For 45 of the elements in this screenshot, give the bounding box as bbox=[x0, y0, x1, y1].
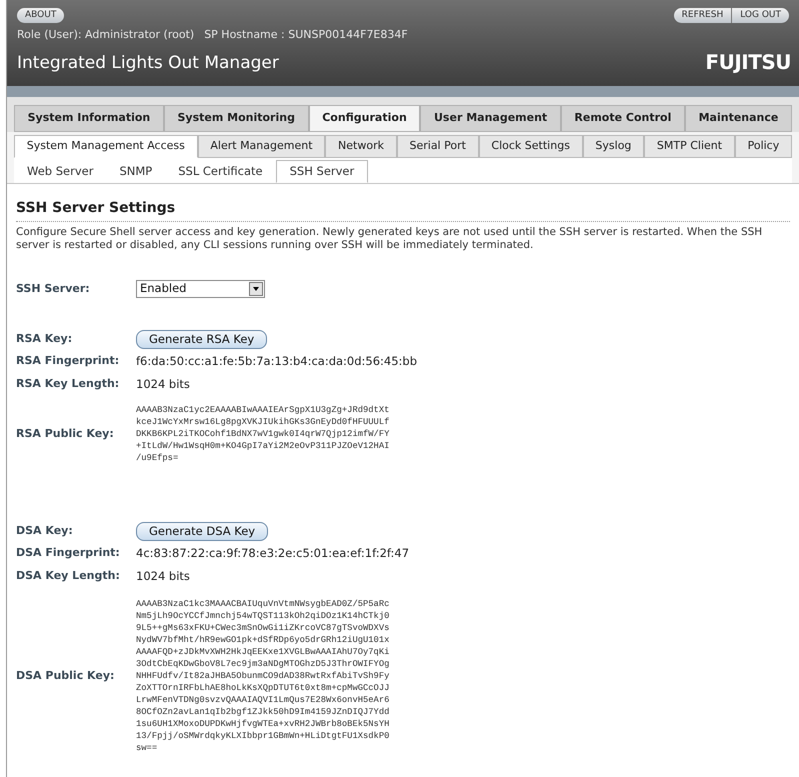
sub-tab[interactable]: Alert Management bbox=[198, 135, 326, 158]
main-tab[interactable]: Maintenance bbox=[684, 105, 792, 132]
sub-tab[interactable]: System Management Access bbox=[14, 135, 198, 158]
field-label: DSA Fingerprint: bbox=[16, 545, 121, 562]
header-action-button[interactable]: REFRESH bbox=[674, 8, 732, 23]
sub-tab[interactable]: Clock Settings bbox=[478, 135, 583, 158]
sub-tab[interactable]: Syslog bbox=[582, 135, 644, 158]
field-label: RSA Public Key: bbox=[16, 426, 115, 442]
main-tab[interactable]: System Information bbox=[14, 105, 164, 132]
generate-key-button[interactable]: Generate RSA Key bbox=[136, 330, 268, 348]
main-tab[interactable]: System Monitoring bbox=[164, 105, 309, 132]
sub-tab[interactable]: Policy bbox=[734, 135, 792, 158]
hostname-text: SP Hostname : SUNSP00144F7E834F bbox=[204, 27, 408, 43]
app-title: Integrated Lights Out Manager bbox=[17, 52, 279, 75]
ssh-server-select[interactable]: Enabled bbox=[136, 280, 265, 298]
fingerprint-value: 4c:83:87:22:ca:9f:78:e3:2e:c5:01:ea:ef:1f:2f:47 bbox=[136, 544, 410, 562]
public-key-text: AAAAB3NzaC1kc3MAAACBAIUquVnVtmNWsygbEAD0Z/5P5aRc Nm5jLh9OcYCCfJmnchj54wTQST113kOh2qiDOz1K14hCTkj0 9L5++gMs63xFKU+CWec3mSnOwGi1iZKrcoVC87gTSvoWDXVs NydWV7bfMht/hR9ewGO1pk+dSfRDp6yo5drGRh12iUgU101x AAAAFQD+zJDkMvXWH2HkJqEEKxe1XVGLBwAAAIAhU7Oy7qKi 3OdtCbEqKDwGboV8L7ec9jm3aNDgMTOGhzD5J3ThrOWIFYOg NHHFUdfv/It82aJHBA5ObunmCO9dAD38RwtRxfAbiTvSh9Fy ZoXTTOrnIRFbLhAE8hoLkKsXQpDTUT6t0xt8m+cpMwGCcOJJ LrwMFenVTDNg0svzvQAAAIAQVI1LmQus7E28Wx6onvH5eAr6 8OCfOZn2avLan1qIb2bgf1ZJkk50hD9Im4159JZnDIQJ7Ydd 1su6UH1XMoxoDUPDKwHjfvgWTEa+xvRH2JWBrb8oBEk5NsYH 13/Fpjj/oSMWrdqkyKLXIbbpr1GBmWn+HLiDtgtFU1XsdkP0 sw== bbox=[136, 598, 390, 754]
main-tab[interactable]: Remote Control bbox=[560, 105, 685, 132]
field-label: DSA Key: bbox=[16, 522, 74, 539]
sub-tab[interactable]: Serial Port bbox=[396, 135, 479, 158]
field-label: DSA Key Length: bbox=[16, 568, 121, 584]
about-button[interactable]: ABOUT bbox=[17, 8, 64, 23]
main-tab[interactable]: Configuration bbox=[308, 105, 420, 132]
field-label: RSA Fingerprint: bbox=[16, 353, 120, 370]
sub-tab[interactable]: SSH Server bbox=[276, 160, 368, 183]
page-title: SSH Server Settings bbox=[16, 198, 790, 222]
main-tab[interactable]: User Management bbox=[420, 105, 561, 132]
sub-tab[interactable]: SMTP Client bbox=[644, 135, 735, 158]
logo: FUJITSU bbox=[705, 48, 791, 76]
key-length-value: 1024 bits bbox=[136, 568, 190, 585]
description-text: Configure Secure Shell server access and key generation. Newly generated keys are not used until the SSH server is restarted. When the SSH server is restarted or disabled, any CLI sessions running over SSH will be immediately terminated. bbox=[16, 226, 764, 252]
public-key-text: AAAAB3NzaC1yc2EAAAABIwAAAIEArSgpX1U3gZg+JRd9dtXt kceJ1WcYxMrsw16Lg8pgXVKJIUkihGKs3GnEyDd0fHFUUULf DKKB6KPL2iTKOCohf1BdNX7wV1gwk0I4qrW7Qjp12imfW/FY +ItLdW/Hw1WsqH0m+KO4GpI7aYi2M2eOvP311PJZOeV12HAI /u9Efps= bbox=[136, 404, 390, 464]
sub-tab[interactable]: SNMP bbox=[106, 160, 166, 183]
header-action-button[interactable]: LOG OUT bbox=[731, 8, 789, 23]
sub-tab[interactable]: Web Server bbox=[14, 160, 106, 183]
sub-tab[interactable]: SSL Certificate bbox=[165, 160, 276, 183]
role-text: Role (User): Administrator (root) bbox=[17, 27, 194, 43]
field-label: DSA Public Key: bbox=[16, 668, 116, 684]
field-label: RSA Key Length: bbox=[16, 376, 120, 392]
generate-key-button[interactable]: Generate DSA Key bbox=[136, 522, 268, 540]
fingerprint-value: f6:da:50:cc:a1:fe:5b:7a:13:b4:ca:da:0d:56:45:bb bbox=[136, 352, 418, 370]
field-label: RSA Key: bbox=[16, 330, 74, 347]
key-length-value: 1024 bits bbox=[136, 376, 190, 393]
field-label: SSH Server: bbox=[16, 280, 91, 297]
sub-tab[interactable]: Network bbox=[325, 135, 397, 158]
